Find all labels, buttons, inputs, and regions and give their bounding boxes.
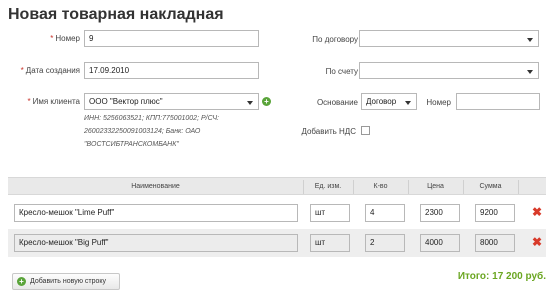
basis-number-label: Номер <box>426 98 451 107</box>
col-header-sum: Сумма <box>479 183 502 190</box>
chevron-down-icon <box>527 70 533 74</box>
delete-row-icon[interactable]: ✖ <box>532 236 542 248</box>
col-header-price: Цена <box>427 183 444 190</box>
row-name-input[interactable]: Кресло-мешок "Lime Puff" <box>14 204 298 222</box>
number-label-text: Номер <box>55 34 80 43</box>
client-select-value: ООО "Вектор плюс" <box>89 97 163 106</box>
page-title: Новая товарная накладная <box>8 6 224 23</box>
row-sum-input[interactable]: 8000 <box>475 234 515 252</box>
row-price-input[interactable]: 2300 <box>420 204 460 222</box>
date-label-text: Дата создания <box>25 66 80 75</box>
account-label: По счету <box>325 67 358 76</box>
client-label: * Имя клиента <box>27 97 80 106</box>
client-label-text: Имя клиента <box>32 97 80 106</box>
contract-label: По договору <box>312 35 358 44</box>
row-qty-input[interactable]: 4 <box>365 204 405 222</box>
number-label: * Номер <box>50 34 80 43</box>
required-marker: * <box>20 66 24 75</box>
row-qty-input[interactable]: 2 <box>365 234 405 252</box>
chevron-down-icon <box>247 101 253 105</box>
table-header: Наименование Ед. изм. К-во Цена Сумма <box>8 177 546 195</box>
row-unit-input[interactable]: шт <box>310 234 350 252</box>
row-sum-input[interactable]: 9200 <box>475 204 515 222</box>
account-select[interactable] <box>359 62 539 79</box>
plus-circle-icon[interactable]: + <box>262 97 271 106</box>
basis-label: Основание <box>316 98 358 107</box>
required-marker: * <box>50 34 54 43</box>
row-name-input[interactable]: Кресло-мешок "Big Puff" <box>14 234 298 252</box>
client-details: ИНН: 5256063521; КПП:775001002; Р/СЧ: 26… <box>84 115 219 148</box>
date-input[interactable]: 17.09.2010 <box>84 62 259 79</box>
row-price-input[interactable]: 4000 <box>420 234 460 252</box>
col-header-unit: Ед. изм. <box>314 183 342 190</box>
required-marker: * <box>27 97 31 106</box>
plus-circle-icon: + <box>17 277 26 286</box>
add-row-button[interactable]: + Добавить новую строку <box>12 273 120 290</box>
contract-select[interactable] <box>359 30 539 47</box>
basis-select[interactable]: Договор <box>361 93 417 110</box>
date-label: * Дата создания <box>21 66 80 75</box>
col-header-qty: К-во <box>373 183 388 190</box>
client-select[interactable]: ООО "Вектор плюс" <box>84 93 259 110</box>
add-row-label: Добавить новую строку <box>30 278 107 285</box>
table-row: Кресло-мешок "Big Puff" шт 2 4000 8000 ✖ <box>8 229 546 257</box>
vat-label: Добавить НДС <box>301 127 356 136</box>
col-header-name: Наименование <box>131 183 180 190</box>
basis-select-value: Договор <box>366 97 397 106</box>
col-separator <box>518 180 519 194</box>
delete-row-icon[interactable]: ✖ <box>532 206 542 218</box>
total-amount: Итого: 17 200 руб. <box>457 271 546 282</box>
row-unit-input[interactable]: шт <box>310 204 350 222</box>
table-row: Кресло-мешок "Lime Puff" шт 4 2300 9200 … <box>8 199 546 227</box>
basis-number-input[interactable] <box>456 93 540 110</box>
chevron-down-icon <box>405 101 411 105</box>
vat-checkbox[interactable] <box>361 126 370 135</box>
chevron-down-icon <box>527 38 533 42</box>
number-input[interactable]: 9 <box>84 30 259 47</box>
